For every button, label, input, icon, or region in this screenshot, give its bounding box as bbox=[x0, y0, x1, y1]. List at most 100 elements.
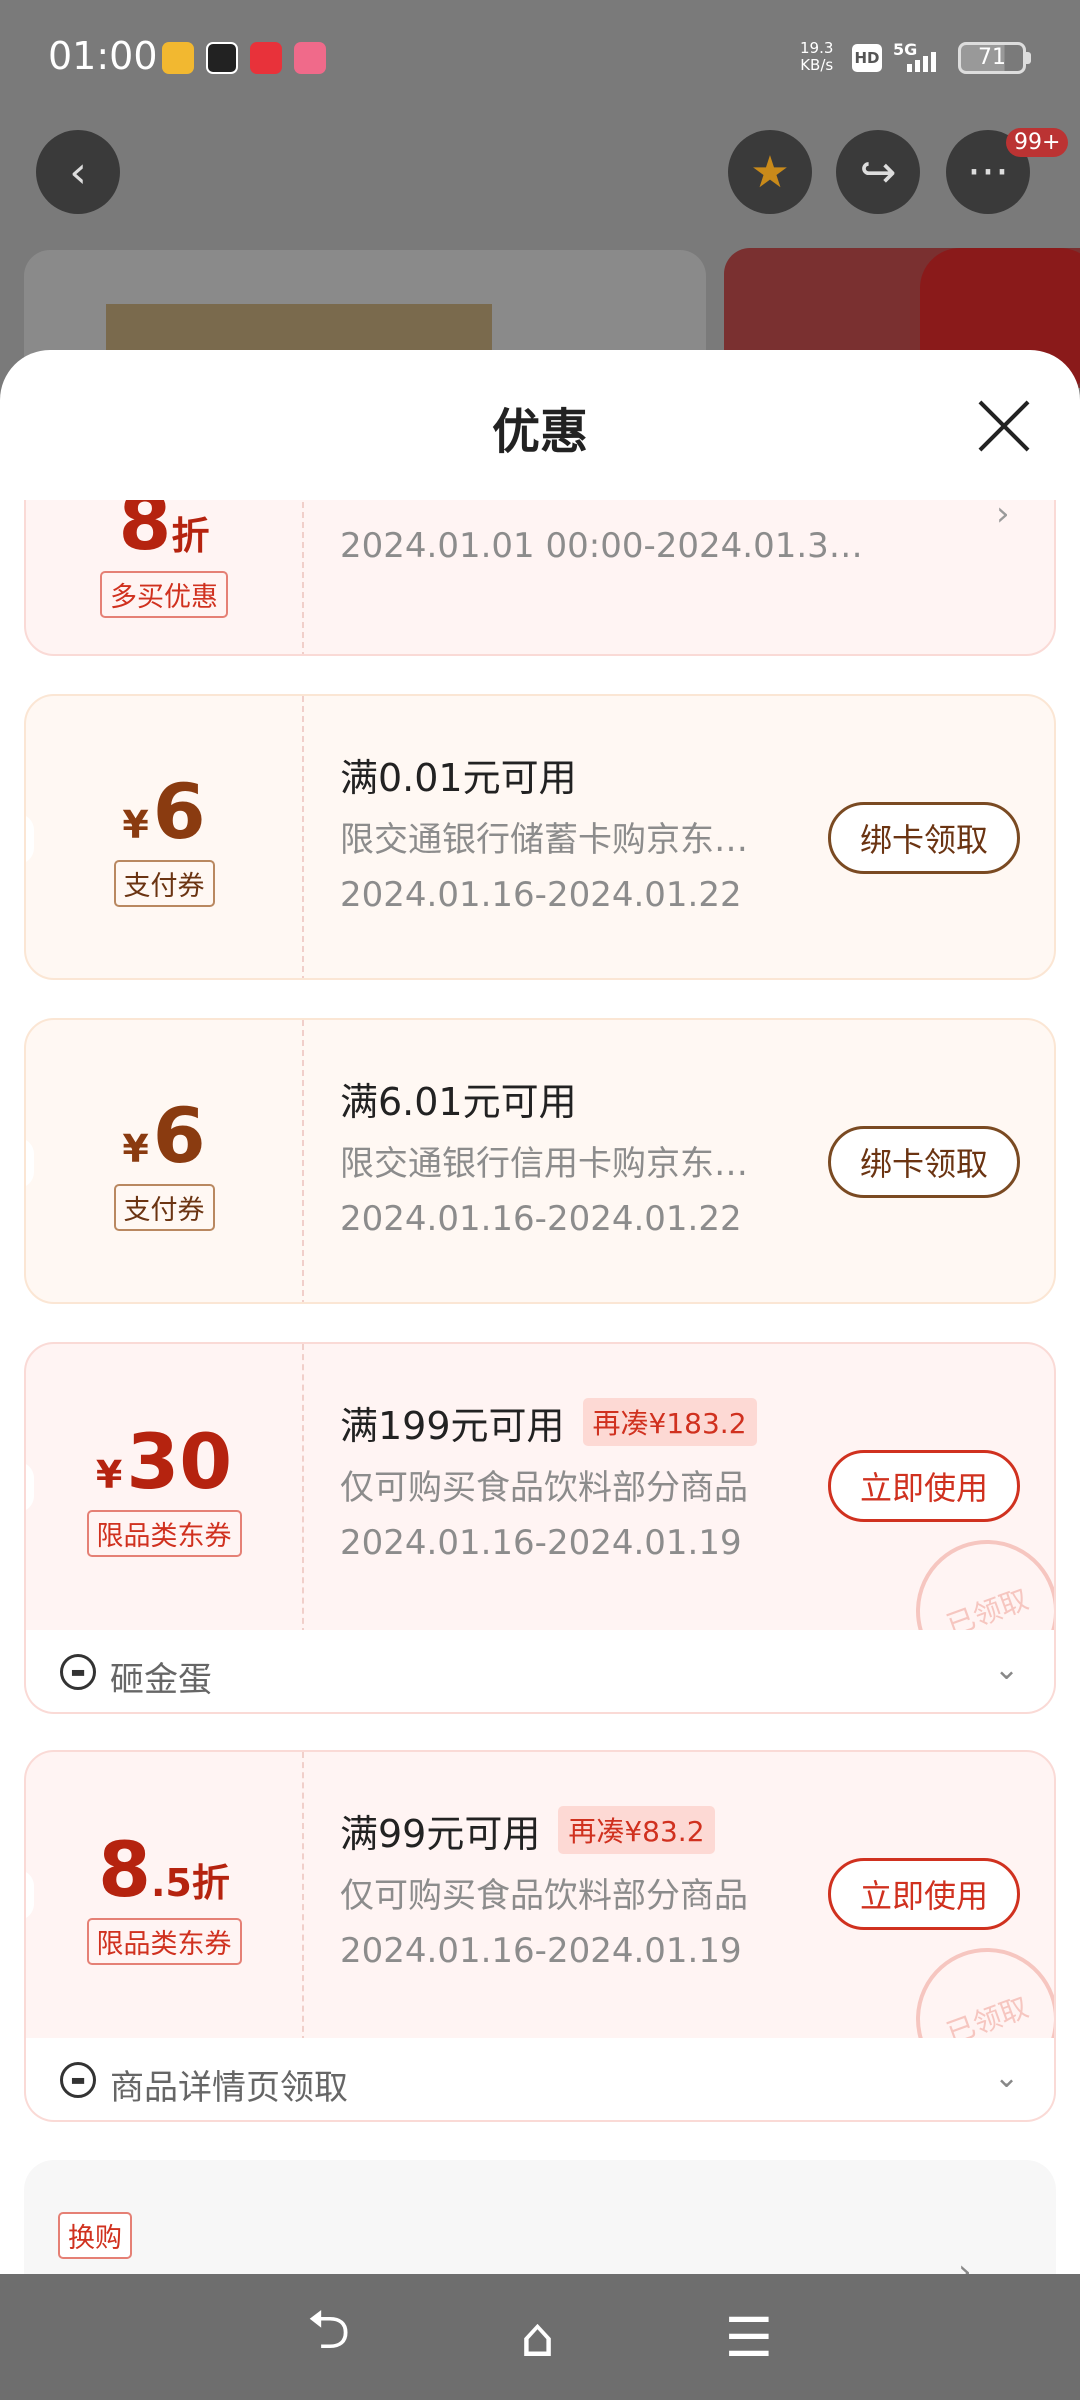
coupon-divider bbox=[302, 1752, 304, 2038]
coupon-title: 满199元可用 再凑¥183.2 bbox=[340, 1398, 780, 1448]
app-notification-icon bbox=[162, 42, 194, 74]
notification-icons bbox=[162, 42, 326, 74]
coupon-number: 6 bbox=[152, 766, 206, 856]
share-button[interactable]: ↪ bbox=[836, 130, 920, 214]
chevron-down-icon[interactable]: ⌄ bbox=[994, 1652, 1019, 1687]
coupon-number: 8 bbox=[118, 500, 172, 567]
coupon-suffix: 折 bbox=[171, 513, 210, 558]
remaining-amount-tag: 再凑¥83.2 bbox=[558, 1806, 715, 1854]
coupon-ticket-icon: ▬ bbox=[60, 1654, 96, 1690]
more-icon: ··· bbox=[967, 146, 1009, 198]
coupon-date: 2024.01.16-2024.01.22 bbox=[340, 1199, 742, 1239]
battery-icon: 71 bbox=[958, 42, 1026, 74]
chevron-right-icon[interactable]: › bbox=[996, 500, 1010, 534]
signal-icon bbox=[907, 52, 936, 72]
coupon-value: ¥ 6 支付券 bbox=[26, 1020, 302, 1302]
star-icon: ★ bbox=[750, 146, 790, 198]
exchange-section[interactable]: 换购 › bbox=[24, 2160, 1056, 2274]
back-icon: ‹ bbox=[69, 146, 87, 198]
coupon-divider bbox=[302, 1344, 304, 1630]
coupon-category-30[interactable]: ¥ 30 限品类东券 满199元可用 再凑¥183.2 仅可购买食品饮料部分商品… bbox=[24, 1342, 1056, 1632]
remaining-amount-tag: 再凑¥183.2 bbox=[582, 1398, 757, 1446]
system-nav-bar: ⮌ ⌂ ☰ bbox=[0, 2274, 1080, 2400]
coupon-description: 限交通银行信用卡购京东… bbox=[340, 1144, 748, 1184]
coupon-amount: ¥ 6 bbox=[122, 1090, 206, 1180]
coupon-date: 2024.01.16-2024.01.22 bbox=[340, 875, 742, 915]
coupon-value: ¥ 6 支付券 bbox=[26, 696, 302, 978]
message-badge: 99+ bbox=[1006, 128, 1069, 157]
coupon-tag: 多买优惠 bbox=[100, 570, 228, 618]
coupon-title: 满6.01元可用 bbox=[340, 1079, 577, 1124]
app-notification-icon bbox=[250, 42, 282, 74]
network-speed: 19.3 KB/s bbox=[800, 40, 833, 74]
favorite-button[interactable]: ★ bbox=[728, 130, 812, 214]
bind-card-button[interactable]: 绑卡领取 bbox=[828, 1126, 1020, 1198]
currency-symbol: ¥ bbox=[122, 1126, 149, 1171]
nav-menu-icon[interactable]: ☰ bbox=[725, 2306, 773, 2369]
coupon-number: 8 bbox=[98, 1824, 151, 1914]
use-now-button[interactable]: 立即使用 bbox=[828, 1858, 1020, 1930]
qq-icon bbox=[206, 42, 238, 74]
coupon-info: 满99元可用 再凑¥83.2 仅可购买食品饮料部分商品 2024.01.16-2… bbox=[340, 1806, 780, 1971]
coupon-divider bbox=[302, 1020, 304, 1302]
coupon-info: 满6.01元可用 限交通银行信用卡购京东… 2024.01.16-2024.01… bbox=[340, 1074, 780, 1240]
network-speed-value: 19.3 bbox=[800, 39, 834, 57]
coupon-value: 8 .5折 限品类东券 bbox=[26, 1752, 302, 2038]
coupon-number: 6 bbox=[152, 1090, 206, 1180]
coupon-amount: ¥ 30 bbox=[95, 1421, 232, 1502]
coupon-value: 8 折 多买优惠 bbox=[26, 500, 302, 654]
chevron-right-icon[interactable]: › bbox=[958, 2252, 972, 2274]
sheet-title: 优惠 bbox=[491, 404, 588, 460]
coupon-list[interactable]: 8 折 多买优惠 2024.01.01 00:00-2024.01.3… › ¥… bbox=[0, 500, 1080, 2274]
coupon-source-row[interactable]: ▬ 商品详情页领取 ⌄ bbox=[24, 2038, 1056, 2122]
currency-symbol: ¥ bbox=[122, 802, 149, 847]
coupon-date: 2024.01.16-2024.01.19 bbox=[340, 1931, 742, 1971]
coupon-threshold: 满199元可用 bbox=[340, 1403, 565, 1448]
coupon-amount: ¥ 6 bbox=[122, 766, 206, 856]
use-now-button[interactable]: 立即使用 bbox=[828, 1450, 1020, 1522]
coupon-tag: 限品类东券 bbox=[86, 1509, 242, 1557]
coupon-date: 2024.01.01 00:00-2024.01.3… bbox=[340, 526, 863, 566]
close-icon[interactable] bbox=[976, 398, 1032, 454]
coupon-value: ¥ 30 限品类东券 bbox=[26, 1344, 302, 1630]
currency-symbol: ¥ bbox=[95, 1452, 123, 1497]
coupon-ticket-icon: ▬ bbox=[60, 2062, 96, 2098]
coupon-suffix: .5折 bbox=[151, 1860, 230, 1905]
coupon-source-label: 商品详情页领取 bbox=[110, 2068, 348, 2108]
chevron-down-icon[interactable]: ⌄ bbox=[994, 2060, 1019, 2095]
coupon-payment-credit[interactable]: ¥ 6 支付券 满6.01元可用 限交通银行信用卡购京东… 2024.01.16… bbox=[24, 1018, 1056, 1304]
status-bar: 01:00 19.3 KB/s HD 5G 71 bbox=[0, 0, 1080, 120]
coupon-divider bbox=[302, 500, 304, 654]
nav-back-icon[interactable]: ⮌ bbox=[307, 2291, 350, 2383]
coupon-info: 满0.01元可用 限交通银行储蓄卡购京东… 2024.01.16-2024.01… bbox=[340, 750, 780, 916]
coupon-source-label: 砸金蛋 bbox=[110, 1660, 212, 1700]
status-time: 01:00 bbox=[48, 34, 158, 78]
coupon-info: 2024.01.01 00:00-2024.01.3… bbox=[340, 512, 863, 566]
coupon-tag: 支付券 bbox=[113, 1183, 215, 1231]
coupon-description: 仅可购买食品饮料部分商品 bbox=[340, 1876, 748, 1916]
battery-tip bbox=[1026, 52, 1031, 64]
coupon-multi-buy[interactable]: 8 折 多买优惠 2024.01.01 00:00-2024.01.3… › bbox=[24, 500, 1056, 656]
back-button[interactable]: ‹ bbox=[36, 130, 120, 214]
claimed-stamp: 已领取 bbox=[895, 1927, 1054, 2038]
coupon-tag: 限品类东券 bbox=[86, 1917, 242, 1965]
bind-card-button[interactable]: 绑卡领取 bbox=[828, 802, 1020, 874]
coupon-title: 满99元可用 再凑¥83.2 bbox=[340, 1806, 780, 1856]
share-icon: ↪ bbox=[859, 146, 897, 198]
coupon-source-row[interactable]: ▬ 砸金蛋 ⌄ bbox=[24, 1630, 1056, 1714]
coupon-amount: 8 .5折 bbox=[98, 1824, 230, 1914]
coupon-info: 满199元可用 再凑¥183.2 仅可购买食品饮料部分商品 2024.01.16… bbox=[340, 1398, 780, 1563]
network-speed-unit: KB/s bbox=[800, 56, 834, 74]
coupon-tag: 支付券 bbox=[113, 859, 215, 907]
coupon-divider bbox=[302, 696, 304, 978]
coupon-description: 仅可购买食品饮料部分商品 bbox=[340, 1468, 748, 1508]
coupon-category-discount[interactable]: 8 .5折 限品类东券 满99元可用 再凑¥83.2 仅可购买食品饮料部分商品 … bbox=[24, 1750, 1056, 2040]
nav-home-icon[interactable]: ⌂ bbox=[520, 2306, 554, 2369]
coupon-date: 2024.01.16-2024.01.19 bbox=[340, 1523, 742, 1563]
app-notification-icon bbox=[294, 42, 326, 74]
hd-icon: HD bbox=[852, 44, 882, 72]
coupon-description: 限交通银行储蓄卡购京东… bbox=[340, 820, 748, 860]
coupon-amount: 8 折 bbox=[119, 500, 210, 563]
coupon-title: 满0.01元可用 bbox=[340, 755, 577, 800]
coupon-payment-debit[interactable]: ¥ 6 支付券 满0.01元可用 限交通银行储蓄卡购京东… 2024.01.16… bbox=[24, 694, 1056, 980]
